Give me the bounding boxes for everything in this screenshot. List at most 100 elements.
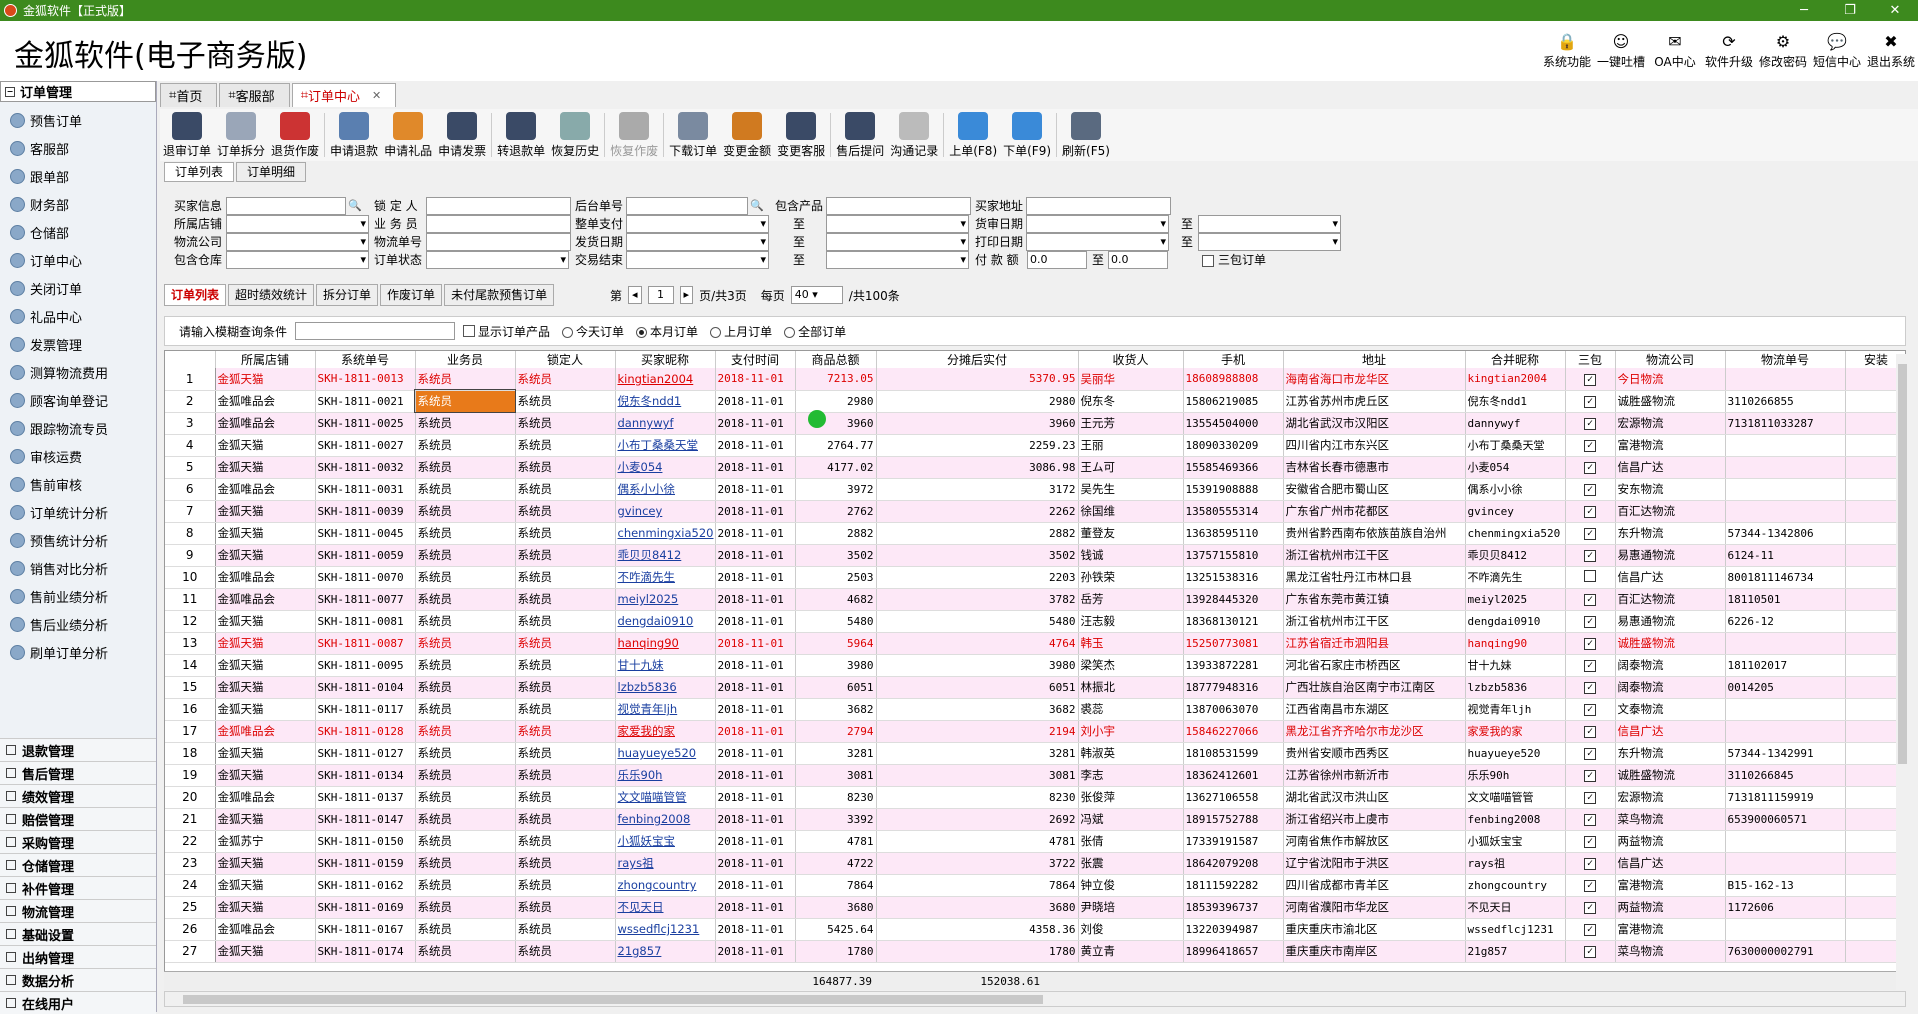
cell-sanbao[interactable]: ✓ [1565, 456, 1616, 479]
search-icon[interactable]: 🔍 [750, 196, 764, 216]
filter-input-20[interactable] [826, 251, 969, 269]
sanbao-checkbox[interactable]: ✓ [1584, 550, 1596, 562]
page-input[interactable]: 1 [647, 286, 674, 304]
cell-buyer-nick[interactable]: 小布丁桑桑天堂 [615, 434, 716, 457]
sanbao-checkbox[interactable] [1202, 255, 1214, 267]
column-header-13[interactable]: 物流公司 [1615, 351, 1726, 368]
table-row[interactable]: 2 金狐唯品会 SKH-1811-0021 系统员 系统员 倪东冬ndd1 2018-11-… [165, 389, 1905, 413]
cell-sanbao[interactable]: ✓ [1565, 940, 1616, 963]
sanbao-checkbox[interactable]: ✓ [1584, 660, 1596, 672]
sanbao-checkbox[interactable]: ✓ [1584, 484, 1596, 496]
nav-item-2[interactable]: 跟单部 [0, 162, 156, 190]
cell-sanbao[interactable]: ✓ [1565, 698, 1616, 721]
nav-item-11[interactable]: 跟踪物流专员 [0, 414, 156, 442]
nav-item-14[interactable]: 订单统计分析 [0, 498, 156, 526]
nav-group-1[interactable]: 售后管理 [0, 761, 156, 784]
nav-item-19[interactable]: 刷单订单分析 [0, 638, 156, 666]
sanbao-checkbox[interactable]: ✓ [1584, 814, 1596, 826]
cell-buyer-nick[interactable]: 偶系小小徐 [615, 478, 716, 501]
cell-buyer-nick[interactable]: 不咋滴先生 [615, 566, 716, 589]
table-row[interactable]: 4 金狐天猫 SKH-1811-0027 系统员 系统员 小布丁桑桑天堂 2018-11-0… [165, 434, 1905, 457]
toolbar-button-2[interactable]: 退货作废 [268, 109, 322, 161]
filter-input-3[interactable] [826, 197, 971, 215]
vertical-scroll-thumb[interactable] [1898, 364, 1907, 764]
minimize-button[interactable]: ─ [1781, 0, 1827, 21]
filter-input-0[interactable] [226, 197, 346, 215]
toolbar-button-10[interactable]: 变更金额 [720, 109, 774, 161]
amount-to-input[interactable]: 0.0 [1108, 251, 1168, 269]
column-header-6[interactable]: 商品总额 [795, 351, 877, 368]
table-row[interactable]: 11 金狐唯品会 SKH-1811-0077 系统员 系统员 meiyl2025 2018-… [165, 588, 1905, 611]
nav-item-6[interactable]: 关闭订单 [0, 274, 156, 302]
filter-input-14[interactable] [826, 233, 969, 251]
sanbao-checkbox[interactable]: ✓ [1584, 373, 1596, 386]
filter-input-12[interactable] [426, 233, 571, 251]
filter-input-10[interactable] [1198, 215, 1341, 233]
column-header-5[interactable]: 支付时间 [715, 351, 796, 368]
nav-item-3[interactable]: 财务部 [0, 190, 156, 218]
table-row[interactable]: 12 金狐天猫 SKH-1811-0081 系统员 系统员 dengdai0910 2018… [165, 610, 1905, 633]
nav-group-9[interactable]: 出纳管理 [0, 945, 156, 968]
vertical-scrollbar[interactable] [1896, 354, 1910, 990]
column-header-12[interactable]: 三包 [1565, 351, 1616, 368]
prev-page-button[interactable]: ◂ [628, 286, 642, 304]
nav-item-10[interactable]: 顾客询单登记 [0, 386, 156, 414]
search-input[interactable] [295, 322, 456, 340]
table-row[interactable]: 26 金狐唯品会 SKH-1811-0167 系统员 系统员 wssedflcj1231 2… [165, 918, 1905, 941]
toolbar-button-13[interactable]: 沟通记录 [887, 109, 941, 161]
cell-buyer-nick[interactable]: 不见天日 [615, 896, 716, 919]
cell-buyer-nick[interactable]: meiyl2025 [615, 588, 716, 611]
toolbar-button-7[interactable]: 恢复历史 [548, 109, 602, 161]
cell-sanbao[interactable]: ✓ [1565, 896, 1616, 919]
header-button-5[interactable]: 💬 短信中心 [1810, 31, 1864, 70]
filter-input-11[interactable] [226, 233, 369, 251]
header-button-0[interactable]: 🔒 系统功能 [1540, 31, 1594, 70]
cell-sanbao[interactable]: ✓ [1565, 874, 1616, 897]
filter-input-15[interactable] [1026, 233, 1169, 251]
filter-input-2[interactable] [626, 197, 748, 215]
toolbar-button-8[interactable]: 恢复作废 [607, 109, 661, 161]
filter-input-13[interactable] [626, 233, 769, 251]
cell-sanbao[interactable]: ✓ [1565, 588, 1616, 611]
table-row[interactable]: 6 金狐唯品会 SKH-1811-0031 系统员 系统员 偶系小小徐 2018-11-01… [165, 478, 1905, 501]
cell-sanbao[interactable]: ✓ [1565, 852, 1616, 875]
table-row[interactable]: 22 金狐苏宁 SKH-1811-0150 系统员 系统员 小狐妖宝宝 2018-11-01… [165, 830, 1905, 853]
cell-sanbao[interactable]: ✓ [1565, 412, 1616, 435]
toolbar-button-5[interactable]: 申请发票 [435, 109, 489, 161]
nav-group-4[interactable]: 采购管理 [0, 830, 156, 853]
sanbao-checkbox[interactable]: ✓ [1584, 440, 1596, 452]
cell-sanbao[interactable]: ✓ [1565, 808, 1616, 831]
filter-input-8[interactable] [826, 215, 969, 233]
per-page-select[interactable]: 40 ▾ [790, 286, 843, 304]
header-button-2[interactable]: ✉ OA中心 [1648, 31, 1702, 70]
sanbao-checkbox[interactable]: ✓ [1584, 528, 1596, 540]
nav-item-7[interactable]: 礼品中心 [0, 302, 156, 330]
nav-group-5[interactable]: 仓储管理 [0, 853, 156, 876]
cell-sanbao[interactable]: ✓ [1565, 786, 1616, 809]
table-row[interactable]: 27 金狐天猫 SKH-1811-0174 系统员 系统员 21g857 2018-11-0… [165, 940, 1905, 963]
sanbao-checkbox[interactable]: ✓ [1584, 726, 1596, 738]
nav-group-8[interactable]: 基础设置 [0, 922, 156, 945]
cell-sanbao[interactable]: ✓ [1565, 522, 1616, 545]
table-row[interactable]: 13 金狐天猫 SKH-1811-0087 系统员 系统员 hanqing90 2018-1… [165, 632, 1905, 655]
table-row[interactable]: 23 金狐天猫 SKH-1811-0159 系统员 系统员 rays祖 2018-11-01… [165, 852, 1905, 875]
cell-sanbao[interactable]: ✓ [1565, 368, 1616, 391]
column-header-1[interactable]: 系统单号 [315, 351, 416, 368]
column-header-9[interactable]: 手机 [1183, 351, 1284, 368]
toolbar-button-1[interactable]: 订单拆分 [214, 109, 268, 161]
nav-group-3[interactable]: 赔偿管理 [0, 807, 156, 830]
table-row[interactable]: 17 金狐唯品会 SKH-1811-0128 系统员 系统员 家爱我的家 2018-11-0… [165, 720, 1905, 743]
period-radio-0[interactable] [562, 326, 574, 338]
table-row[interactable]: 18 金狐天猫 SKH-1811-0127 系统员 系统员 huayueye520 2018… [165, 742, 1905, 765]
period-radio-1[interactable] [636, 326, 648, 338]
sanbao-checkbox[interactable]: ✓ [1584, 902, 1596, 914]
table-row[interactable]: 7 金狐天猫 SKH-1811-0039 系统员 系统员 gvincey 2018-11-0… [165, 500, 1905, 523]
nav-group-6[interactable]: 补件管理 [0, 876, 156, 899]
cell-buyer-nick[interactable]: wssedflcj1231 [615, 918, 716, 941]
filter-input-19[interactable] [626, 251, 769, 269]
horizontal-scroll-thumb[interactable] [183, 995, 1043, 1004]
cell-sanbao[interactable]: ✓ [1565, 500, 1616, 523]
tab-2[interactable]: ⌗ 订单中心 ✕ [291, 83, 397, 107]
table-row[interactable]: 16 金狐天猫 SKH-1811-0117 系统员 系统员 视觉青年ljh 2018-11-… [165, 698, 1905, 721]
cell-sanbao[interactable]: ✓ [1565, 544, 1616, 567]
